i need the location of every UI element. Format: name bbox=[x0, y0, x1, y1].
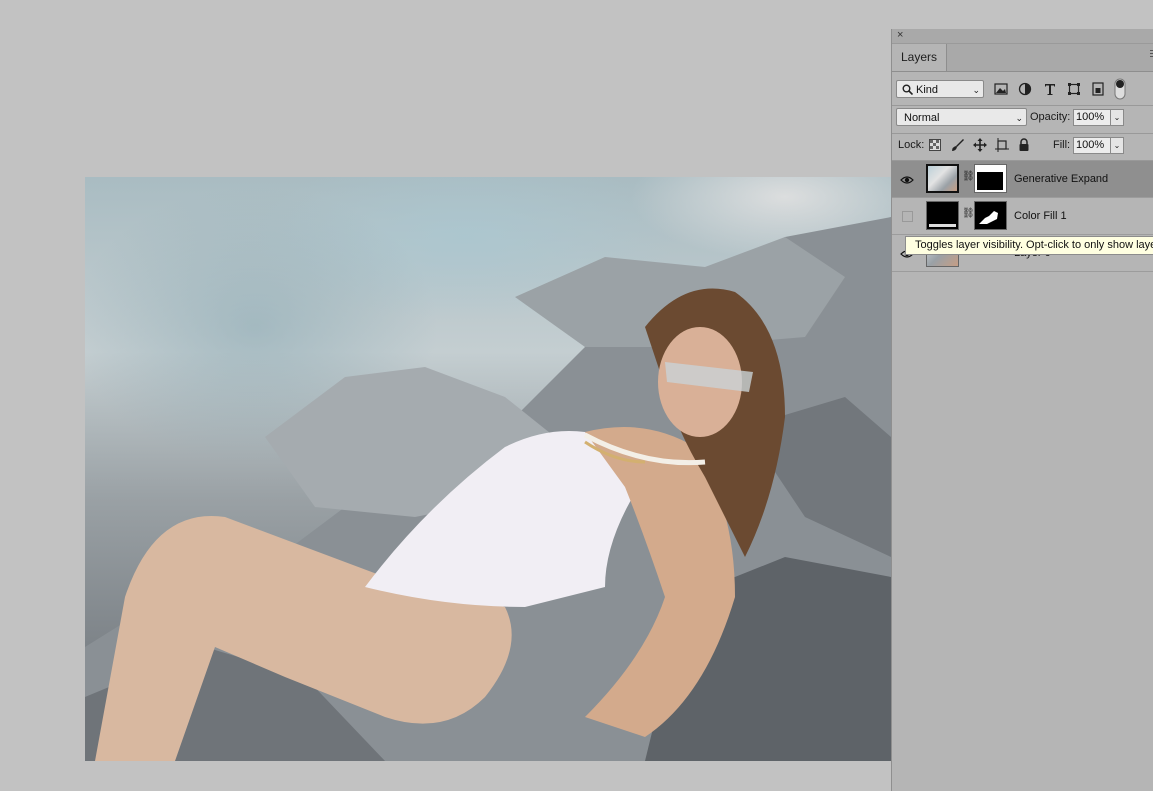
fill-input[interactable]: 100% bbox=[1073, 137, 1115, 154]
layer-visibility-tooltip: Toggles layer visibility. Opt-click to o… bbox=[905, 236, 1153, 255]
shape-filter-icon[interactable] bbox=[1065, 80, 1083, 98]
layers-panel: × Layers Kind ⌄ Normal ⌄ Opacity: 100% ⌄… bbox=[891, 29, 1153, 791]
filter-kind-label: Kind bbox=[916, 84, 939, 96]
layer-row-generative-expand[interactable]: ⛓ Generative Expand bbox=[892, 161, 1153, 198]
tab-layers[interactable]: Layers bbox=[892, 44, 947, 71]
layer-thumbnail[interactable] bbox=[926, 164, 959, 193]
layer-name[interactable]: Color Fill 1 bbox=[1014, 198, 1067, 235]
fill-label: Fill: bbox=[1053, 139, 1071, 151]
opacity-label: Opacity: bbox=[1030, 111, 1071, 123]
visibility-toggle-empty[interactable] bbox=[902, 211, 913, 222]
layer-thumbnail[interactable] bbox=[926, 201, 959, 230]
layer-name[interactable]: Generative Expand bbox=[1014, 161, 1108, 198]
divider bbox=[892, 133, 1153, 134]
layer-filter-row: Kind ⌄ bbox=[892, 78, 1153, 100]
eye-visibility-icon[interactable] bbox=[900, 173, 914, 187]
chevron-down-icon: ⌄ bbox=[972, 85, 980, 95]
layer-mask-thumbnail[interactable] bbox=[974, 164, 1007, 193]
mask-shape bbox=[979, 211, 998, 224]
image-filter-icon[interactable] bbox=[992, 80, 1010, 98]
chevron-down-icon: ⌄ bbox=[1015, 113, 1023, 123]
adjustment-filter-icon[interactable] bbox=[1016, 80, 1034, 98]
lock-image-pixels-icon[interactable] bbox=[951, 138, 965, 152]
layer-row-color-fill-1[interactable]: ⛓ Color Fill 1 bbox=[892, 198, 1153, 235]
blend-opacity-row: Normal ⌄ Opacity: 100% ⌄ bbox=[892, 108, 1153, 127]
document-canvas-image[interactable] bbox=[85, 177, 891, 761]
close-panel-icon[interactable]: × bbox=[897, 28, 903, 42]
fill-chevron-icon[interactable]: ⌄ bbox=[1110, 137, 1124, 154]
type-filter-icon[interactable] bbox=[1041, 80, 1059, 98]
blend-mode-dropdown[interactable]: Normal ⌄ bbox=[896, 108, 1027, 126]
blend-mode-value: Normal bbox=[904, 112, 940, 124]
opacity-chevron-icon[interactable]: ⌄ bbox=[1110, 109, 1124, 126]
opacity-input[interactable]: 100% bbox=[1073, 109, 1115, 126]
layer-mask-thumbnail[interactable] bbox=[974, 201, 1007, 230]
filter-kind-dropdown[interactable]: Kind ⌄ bbox=[896, 80, 984, 98]
panel-title-bar: × bbox=[892, 29, 1153, 44]
lock-position-icon[interactable] bbox=[973, 138, 987, 152]
mask-link-icon[interactable]: ⛓ bbox=[962, 208, 975, 219]
mask-link-icon[interactable]: ⛓ bbox=[962, 171, 975, 182]
lock-artboard-icon[interactable] bbox=[995, 138, 1009, 152]
smart-object-filter-icon[interactable] bbox=[1089, 80, 1107, 98]
panel-tab-strip: Layers bbox=[892, 44, 1153, 72]
photo-illustration bbox=[85, 217, 891, 761]
divider bbox=[892, 105, 1153, 106]
search-icon bbox=[902, 84, 913, 95]
lock-all-icon[interactable] bbox=[1018, 138, 1030, 152]
filter-toggle-icon[interactable] bbox=[1114, 78, 1126, 100]
lock-label: Lock: bbox=[898, 139, 925, 151]
lock-transparent-pixels-icon[interactable] bbox=[929, 139, 941, 151]
lock-fill-row: Lock: Fill: 100% ⌄ bbox=[892, 136, 1153, 155]
